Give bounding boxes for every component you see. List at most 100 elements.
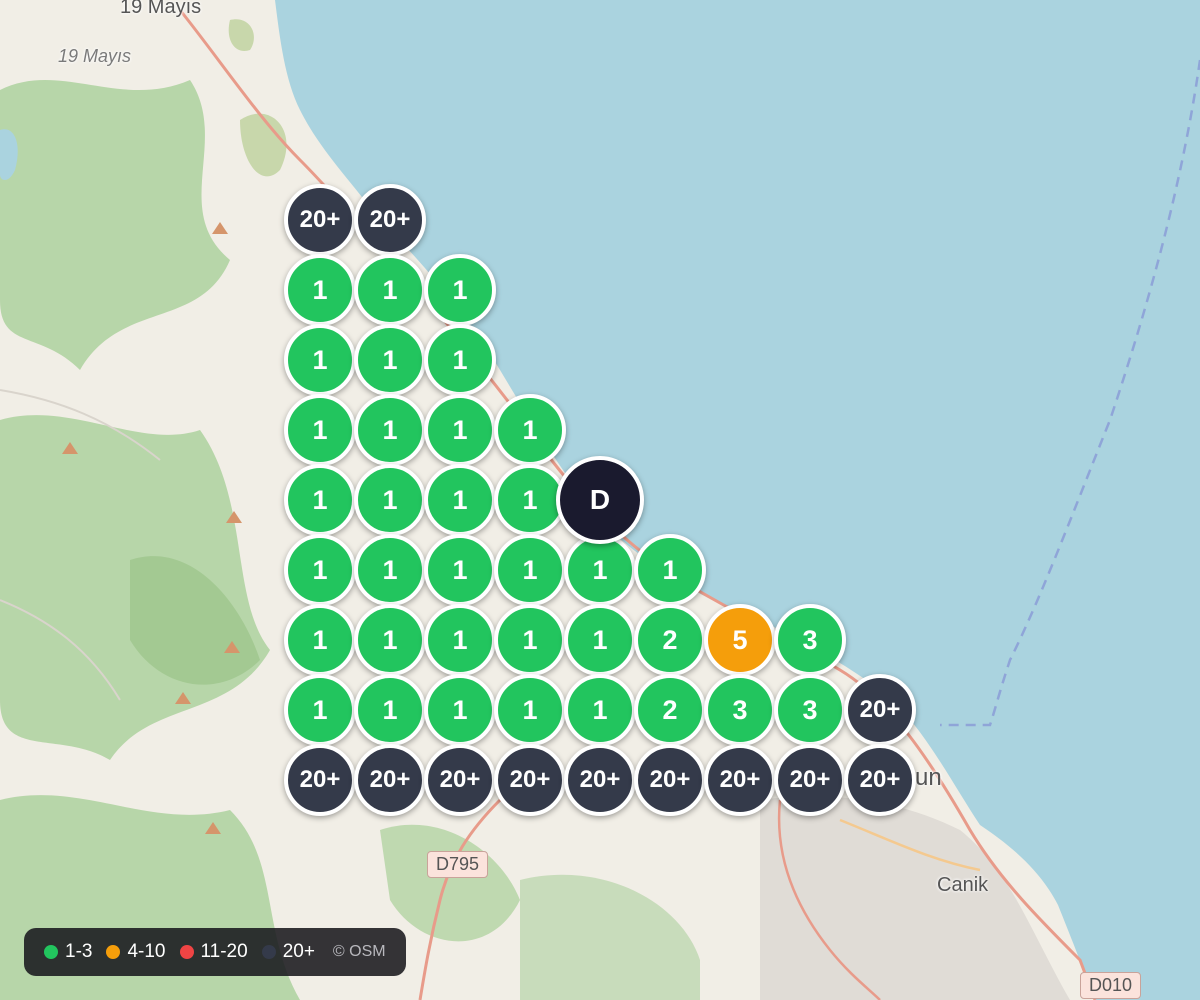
cluster-count: 1 (452, 414, 468, 445)
cluster-marker[interactable]: 1 (284, 394, 356, 466)
cluster-marker[interactable]: 1 (354, 394, 426, 466)
cluster-marker[interactable]: 20+ (844, 744, 916, 816)
legend-label: 20+ (282, 941, 315, 962)
cluster-count: 1 (522, 484, 538, 515)
cluster-marker[interactable]: 1 (284, 604, 356, 676)
cluster-marker[interactable]: 5 (704, 604, 776, 676)
cluster-count: 5 (732, 624, 748, 655)
legend: 1-3 4-10 11-20 20+ © OSM (24, 928, 406, 976)
cluster-marker[interactable]: 20+ (704, 744, 776, 816)
cluster-count: 1 (312, 414, 328, 445)
cluster-count: 1 (592, 624, 608, 655)
cluster-count: 2 (662, 624, 678, 655)
road-shield-d795: D795 (427, 851, 489, 878)
destination-marker[interactable]: D (556, 456, 644, 544)
cluster-count: 1 (662, 554, 678, 585)
cluster-count: 1 (452, 624, 468, 655)
cluster-marker[interactable]: 1 (284, 324, 356, 396)
cluster-count: 20+ (439, 766, 481, 793)
cluster-count: 3 (802, 694, 818, 725)
cluster-marker[interactable]: 1 (424, 534, 496, 606)
cluster-marker[interactable]: 2 (634, 674, 706, 746)
cluster-marker[interactable]: 1 (564, 604, 636, 676)
cluster-count: 1 (592, 554, 608, 585)
cluster-marker[interactable]: 1 (494, 604, 566, 676)
cluster-count: 20+ (859, 696, 901, 723)
cluster-count: 1 (382, 414, 398, 445)
cluster-count: 20+ (299, 766, 341, 793)
legend-item: 4-10 (106, 941, 166, 963)
cluster-marker[interactable]: 1 (354, 604, 426, 676)
cluster-count: 1 (312, 554, 328, 585)
cluster-count: 20+ (299, 206, 341, 233)
cluster-marker[interactable]: 1 (424, 464, 496, 536)
cluster-marker[interactable]: 1 (354, 254, 426, 326)
city-label-fragment: un (915, 764, 942, 791)
map-canvas[interactable]: 19 Mayıs 19 Mayıs un Canik D795 D010 20+… (0, 0, 1200, 1000)
legend-dot-icon (261, 945, 276, 959)
town-label-19-mayis-italic: 19 Mayıs (58, 46, 132, 66)
cluster-count: 1 (522, 414, 538, 445)
legend-label: 4-10 (127, 941, 166, 962)
legend-item: 11-20 (179, 941, 248, 963)
cluster-count: 3 (802, 624, 818, 655)
legend-label: 11-20 (200, 941, 248, 962)
cluster-marker[interactable]: 1 (424, 394, 496, 466)
cluster-count: 1 (312, 624, 328, 655)
cluster-marker[interactable]: 1 (284, 464, 356, 536)
legend-dot-icon (179, 945, 194, 959)
district-label-canik: Canik (937, 874, 989, 896)
cluster-marker[interactable]: 20+ (564, 744, 636, 816)
cluster-marker[interactable]: 20+ (634, 744, 706, 816)
cluster-count: 1 (592, 694, 608, 725)
cluster-count: 1 (312, 344, 328, 375)
cluster-marker[interactable]: 3 (704, 674, 776, 746)
cluster-marker[interactable]: 3 (774, 674, 846, 746)
cluster-marker[interactable]: 20+ (354, 744, 426, 816)
legend-label: 1-3 (65, 941, 93, 962)
legend-dot-icon (44, 945, 58, 959)
cluster-marker[interactable]: 1 (424, 254, 496, 326)
legend-items: 1-3 4-10 11-20 20+ (44, 941, 315, 963)
cluster-count: 1 (382, 624, 398, 655)
cluster-marker[interactable]: 2 (634, 604, 706, 676)
cluster-marker[interactable]: 20+ (354, 184, 426, 256)
cluster-marker[interactable]: 1 (354, 464, 426, 536)
cluster-marker[interactable]: 1 (494, 674, 566, 746)
cluster-marker[interactable]: 1 (564, 674, 636, 746)
cluster-marker[interactable]: 1 (494, 394, 566, 466)
cluster-marker[interactable]: 1 (424, 674, 496, 746)
cluster-marker[interactable]: 1 (494, 534, 566, 606)
cluster-count: 1 (312, 274, 328, 305)
cluster-marker[interactable]: 20+ (844, 674, 916, 746)
cluster-marker[interactable]: 20+ (494, 744, 566, 816)
cluster-count: 20+ (859, 766, 901, 793)
cluster-marker[interactable]: 3 (774, 604, 846, 676)
cluster-marker[interactable]: 1 (354, 324, 426, 396)
cluster-marker[interactable]: 1 (354, 674, 426, 746)
cluster-count: 1 (452, 694, 468, 725)
cluster-count: 20+ (369, 206, 411, 233)
cluster-count: 1 (452, 274, 468, 305)
destination-marker-label: D (589, 484, 611, 515)
cluster-marker[interactable]: 1 (284, 254, 356, 326)
cluster-marker[interactable]: 1 (284, 674, 356, 746)
cluster-count: 1 (522, 624, 538, 655)
cluster-count: 20+ (509, 766, 551, 793)
cluster-marker[interactable]: 1 (424, 604, 496, 676)
cluster-marker[interactable]: 20+ (284, 184, 356, 256)
cluster-marker[interactable]: 1 (354, 534, 426, 606)
cluster-marker[interactable]: 1 (634, 534, 706, 606)
legend-item: 1-3 (44, 941, 92, 963)
cluster-marker[interactable]: 1 (564, 534, 636, 606)
cluster-count: 1 (452, 344, 468, 375)
cluster-marker[interactable]: 20+ (284, 744, 356, 816)
cluster-marker[interactable]: 20+ (424, 744, 496, 816)
cluster-marker[interactable]: 1 (424, 324, 496, 396)
cluster-count: 1 (522, 694, 538, 725)
cluster-marker[interactable]: 1 (284, 534, 356, 606)
cluster-count: 1 (452, 554, 468, 585)
cluster-count: 1 (312, 484, 328, 515)
cluster-count: 20+ (579, 766, 621, 793)
cluster-marker[interactable]: 20+ (774, 744, 846, 816)
